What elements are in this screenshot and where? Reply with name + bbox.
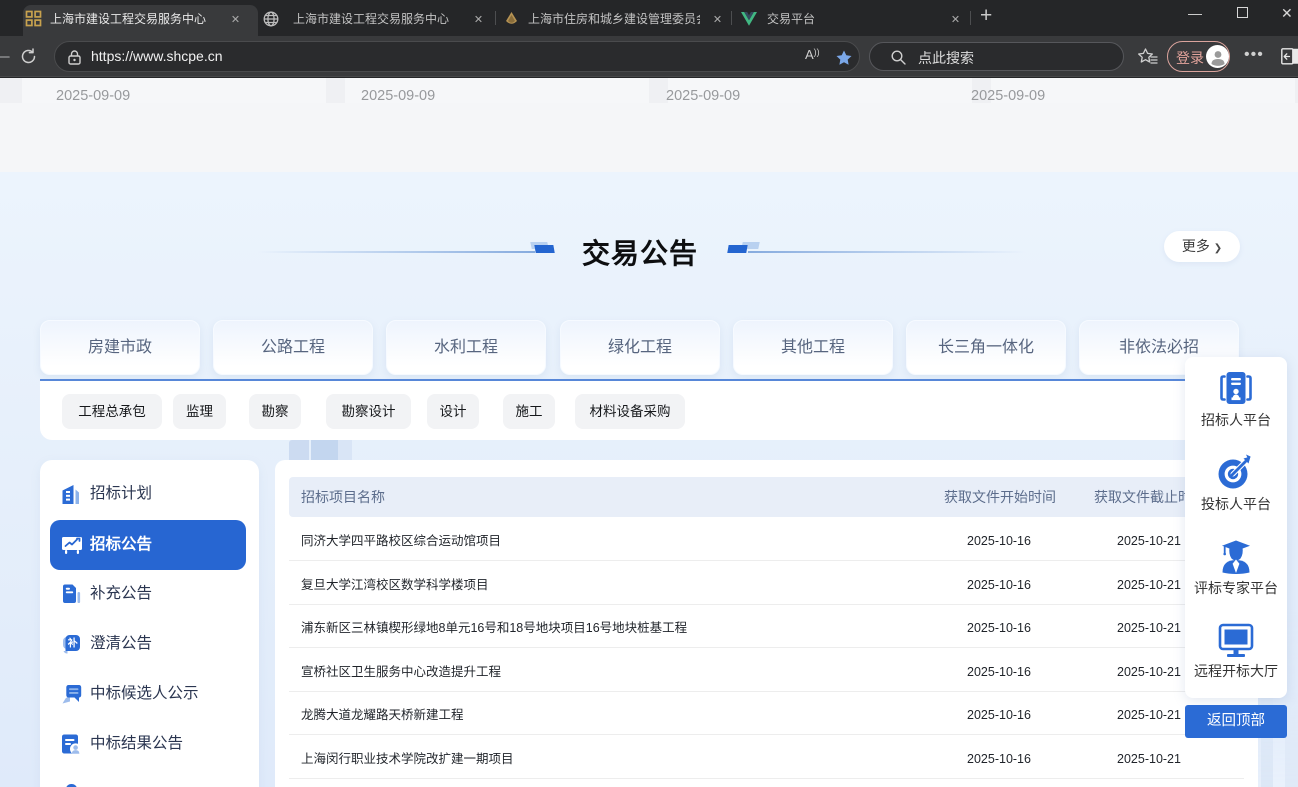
svg-text:补: 补 bbox=[67, 637, 78, 650]
